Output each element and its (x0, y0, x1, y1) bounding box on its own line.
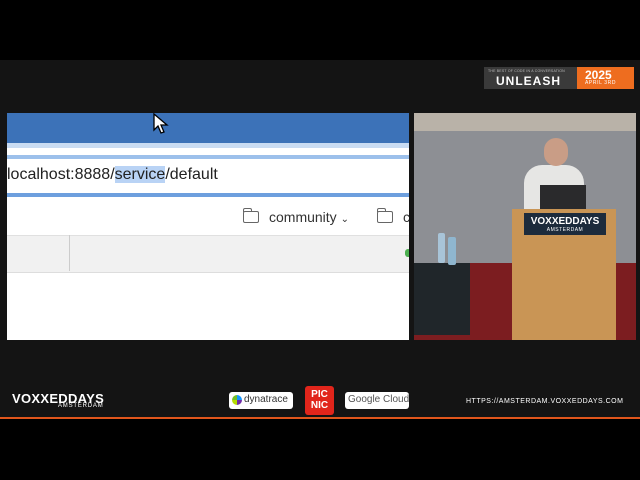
sponsor-name: dynatrace (244, 394, 288, 405)
chevron-down-icon: ⌄ (340, 214, 349, 225)
url-selected-text: service (114, 166, 166, 183)
dynatrace-icon (232, 395, 242, 405)
event-website: HTTPS://AMSTERDAM.VOXXEDDAYS.COM (466, 398, 624, 405)
bookmark-label: c (403, 209, 409, 225)
speaker-head (544, 138, 568, 166)
sponsor-dynatrace: dynatrace (229, 392, 293, 409)
presentation-screen: localhost:8888/service/default community… (7, 113, 409, 340)
folder-icon (242, 208, 259, 223)
accent-line (0, 417, 640, 419)
event-badge-dark-panel: THE BEST OF CODE IN A CONVERSATION UNLEA… (484, 67, 577, 89)
event-name: UNLEASH (496, 74, 562, 88)
url-suffix: /default (165, 166, 218, 183)
sponsor-picnic: PIC NIC (305, 386, 334, 415)
event-badge: THE BEST OF CODE IN A CONVERSATION UNLEA… (484, 67, 634, 89)
status-indicator (405, 249, 409, 257)
event-tagline: THE BEST OF CODE IN A CONVERSATION (488, 69, 565, 73)
water-bottle (448, 237, 456, 265)
folder-icon (376, 208, 393, 223)
address-bar-input[interactable]: localhost:8888/service/default (7, 166, 218, 184)
event-date: APRIL 3RD (585, 80, 617, 86)
address-bar-focus-border-top (7, 155, 409, 159)
speaker-camera-feed: VOXXEDDAYS AMSTERDAM (414, 113, 636, 340)
water-bottle (438, 233, 445, 263)
browser-titlebar[interactable] (7, 113, 409, 143)
podium-city: AMSTERDAM (546, 227, 584, 233)
voxxeddays-logo-city: AMSTERDAM (58, 403, 104, 409)
sponsor-google-cloud: Google Cloud (345, 392, 409, 409)
url-prefix: localhost:8888/ (7, 166, 115, 183)
bookmark-folder-2[interactable]: c (376, 208, 409, 225)
event-badge-orange-panel: 2025 APRIL 3RD (577, 67, 634, 89)
podium-sign: VOXXEDDAYS AMSTERDAM (524, 213, 606, 235)
podium-brand: VOXXEDDAYS (530, 216, 600, 227)
sponsor-name: PIC NIC (310, 389, 329, 411)
mouse-cursor-icon (153, 113, 169, 134)
bookmark-community[interactable]: community ⌄ (242, 208, 349, 225)
camera-ceiling (414, 113, 636, 131)
sponsor-name: Google Cloud (348, 394, 410, 405)
bookmark-label: community (269, 209, 337, 225)
browser-tab-strip (7, 235, 409, 273)
camera-table (414, 263, 470, 335)
tab-separator (69, 235, 70, 271)
